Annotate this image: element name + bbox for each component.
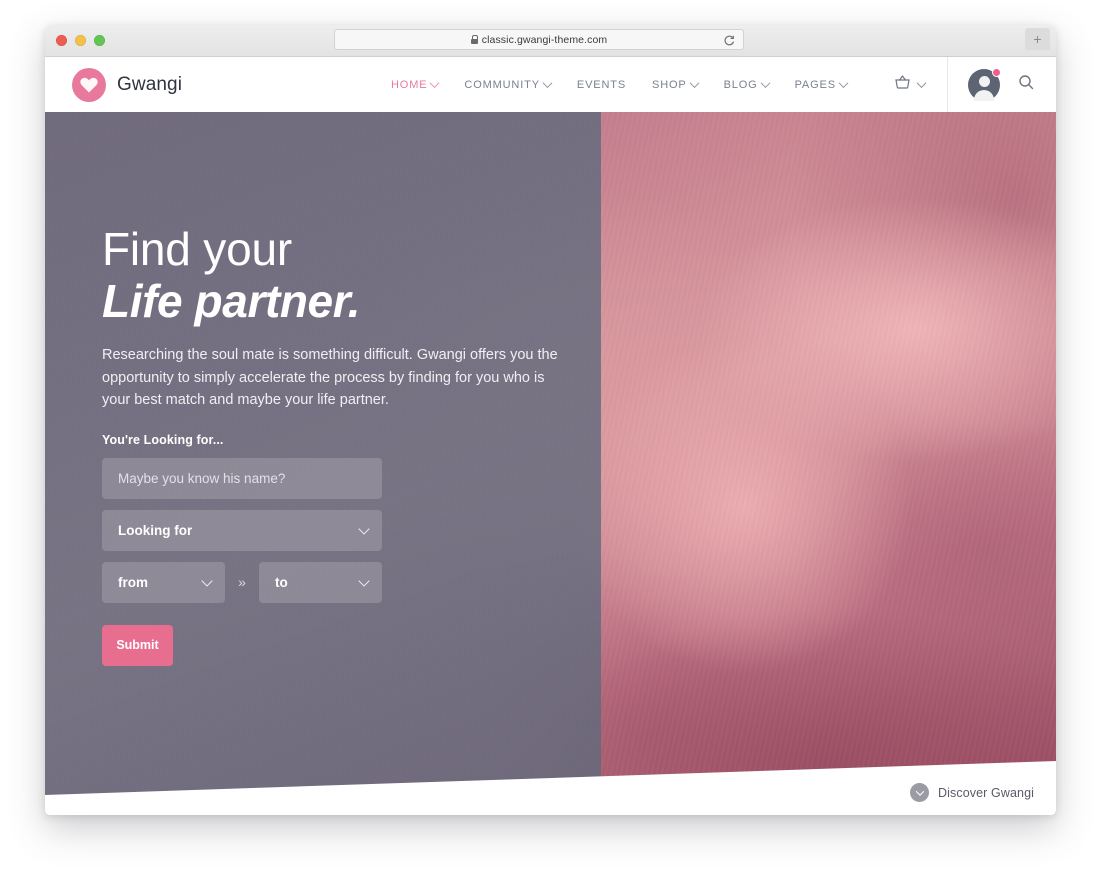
hero-content: Find your Life partner. Researching the … [102,223,582,666]
chevron-down-icon [358,575,370,587]
nav-item-community[interactable]: COMMUNITY [451,78,563,91]
discover-gwangi-link[interactable]: Discover Gwangi [910,783,1034,802]
looking-for-value: Looking for [118,522,193,538]
chevron-down-icon [760,78,771,89]
window-controls [56,35,105,46]
user-avatar-icon[interactable] [968,67,1001,101]
age-range-row: from » to [102,551,582,603]
nav-label-home: HOME [391,78,428,91]
hero-title-line2: Life partner. [102,274,361,327]
hero-section: Find your Life partner. Researching the … [45,112,1056,815]
age-to-select[interactable]: to [259,561,382,603]
nav-label-community: COMMUNITY [464,78,540,91]
header-actions [872,57,1056,112]
minimize-window-button[interactable] [75,35,86,46]
hero-title-line1: Find your [102,223,292,275]
nav-label-events: EVENTS [576,78,627,91]
nav-item-events[interactable]: EVENTS [564,79,639,91]
nav-label-pages: PAGES [794,78,836,91]
chevron-down-icon [916,78,927,89]
brand-logo[interactable]: Gwangi [72,67,183,102]
chevron-down-icon [542,78,553,89]
main-navigation: HOME COMMUNITY EVENTS SHOP BLOG PAGES [378,78,860,91]
search-icon[interactable] [1018,74,1034,95]
age-to-value: to [275,574,288,590]
discover-label: Discover Gwangi [938,785,1034,800]
close-window-button[interactable] [56,35,67,46]
name-search-input[interactable]: Maybe you know his name? [102,457,382,499]
browser-window: classic.gwangi-theme.com + Gwangi HOME C… [45,25,1056,815]
chevron-down-icon [689,78,700,89]
submit-button[interactable]: Submit [102,624,173,666]
search-form-label: You're Looking for... [102,432,224,447]
browser-titlebar: classic.gwangi-theme.com + [45,25,1056,57]
shopping-basket-icon [894,74,911,95]
looking-for-select[interactable]: Looking for [102,509,382,551]
address-bar[interactable]: classic.gwangi-theme.com [334,29,744,50]
new-tab-button[interactable]: + [1025,28,1050,50]
notification-dot [992,67,1001,77]
hero-diagonal-wedge [45,761,1056,815]
hero-description: Researching the soul mate is something d… [102,347,558,409]
chevron-down-icon [429,78,440,89]
nav-item-home[interactable]: HOME [378,78,451,91]
nav-item-blog[interactable]: BLOG [711,78,782,91]
cart-button[interactable] [872,57,947,112]
brand-name: Gwangi [117,73,183,95]
heart-logo-icon [72,67,106,102]
avatar-head [978,75,990,87]
chevron-down-icon [838,78,849,89]
nav-item-pages[interactable]: PAGES [782,78,860,91]
reload-icon[interactable] [723,34,735,46]
nav-label-shop: SHOP [652,78,687,91]
chevron-down-icon [358,523,370,535]
chevron-down-icon [201,575,213,587]
lock-icon [470,35,479,44]
age-from-select[interactable]: from [102,561,225,603]
age-from-value: from [118,574,148,590]
avatar-body [974,89,994,101]
user-actions [948,57,1056,112]
url-text: classic.gwangi-theme.com [481,33,608,46]
zoom-window-button[interactable] [94,35,105,46]
chevron-down-circle-icon [910,783,930,802]
range-separator: » [238,574,246,591]
nav-item-shop[interactable]: SHOP [639,78,711,91]
site-header: Gwangi HOME COMMUNITY EVENTS SHOP BLOG P… [45,57,1056,112]
nav-label-blog: BLOG [723,78,758,91]
